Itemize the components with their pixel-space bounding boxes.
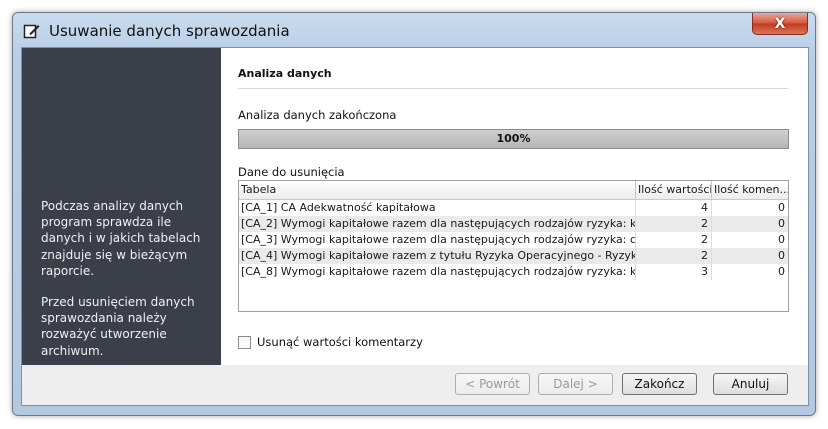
- progress-label: 100%: [496, 132, 531, 145]
- cell-comment-count: 0: [778, 249, 785, 262]
- cell-value-count: 4: [636, 200, 712, 216]
- cell-comment-count: 0: [778, 265, 785, 278]
- sidebar-paragraph-analysis: Podczas analizy danych program sprawdza …: [41, 199, 201, 278]
- cell-comment-count: 0: [778, 233, 785, 246]
- info-sidebar: Podczas analizy danych program sprawdza …: [22, 48, 221, 366]
- button-bar: < Powrót Dalej > Zakończ Anuluj: [21, 365, 809, 406]
- cell-table-name: [CA_8] Wymogi kapitałowe razem dla nastę…: [241, 264, 636, 280]
- delete-comments-label[interactable]: Usunąć wartości komentarzy: [257, 335, 423, 349]
- dialog-body: Podczas analizy danych program sprawdza …: [21, 47, 809, 367]
- column-header-table[interactable]: Tabela: [239, 181, 636, 199]
- cell-table-name: [CA_2] Wymogi kapitałowe razem dla nastę…: [241, 216, 636, 232]
- cancel-button[interactable]: Anuluj: [713, 373, 788, 395]
- analysis-progress-bar: 100%: [238, 129, 789, 149]
- dialog-window: Usuwanie danych sprawozdania X Podczas a…: [12, 12, 816, 416]
- close-icon: X: [774, 15, 786, 32]
- edit-document-icon: [23, 22, 41, 40]
- table-row[interactable]: [CA_8] Wymogi kapitałowe razem dla nastę…: [239, 264, 788, 280]
- finish-button[interactable]: Zakończ: [622, 373, 697, 395]
- sidebar-paragraph-archive: Przed usunięciem danych sprawozdania nal…: [41, 295, 195, 358]
- heading-divider: [238, 88, 788, 89]
- main-content: Analiza danych Analiza danych zakończona…: [221, 48, 808, 366]
- section-heading: Analiza danych: [238, 67, 332, 80]
- column-header-value-count[interactable]: Ilość wartości: [636, 181, 712, 199]
- window-title: Usuwanie danych sprawozdania: [49, 22, 290, 40]
- table-header: Tabela Ilość wartości Ilość komen...: [239, 181, 788, 200]
- cell-value-count: 2: [636, 248, 712, 264]
- cell-value-count: 2: [636, 216, 712, 232]
- title-bar[interactable]: Usuwanie danych sprawozdania X: [13, 13, 815, 49]
- cell-table-name: [CA_1] CA Adekwatność kapitałowa: [239, 200, 636, 216]
- column-header-comment-count[interactable]: Ilość komen...: [712, 181, 788, 199]
- cell-value-count: 3: [636, 264, 712, 280]
- cell-table-name: [CA_3] Wymogi kapitałowe razem dla nastę…: [241, 232, 636, 248]
- delete-comments-option[interactable]: Usunąć wartości komentarzy: [238, 334, 423, 350]
- analysis-status: Analiza danych zakończona: [238, 108, 397, 122]
- cell-comment-count: 0: [778, 217, 785, 230]
- table-row[interactable]: [CA_3] Wymogi kapitałowe razem dla nastę…: [239, 232, 788, 248]
- cell-table-name: [CA_4] Wymogi kapitałowe razem z tytułu …: [241, 248, 636, 264]
- sidebar-description: Podczas analizy danych program sprawdza …: [41, 198, 211, 374]
- table-row[interactable]: [CA_4] Wymogi kapitałowe razem z tytułu …: [239, 248, 788, 264]
- close-button[interactable]: X: [752, 13, 808, 35]
- back-button[interactable]: < Powrót: [455, 373, 530, 395]
- cell-value-count: 2: [636, 232, 712, 248]
- table-row[interactable]: [CA_1] CA Adekwatność kapitałowa 4 0: [239, 200, 788, 216]
- delete-comments-checkbox[interactable]: [238, 335, 251, 349]
- next-button[interactable]: Dalej >: [538, 373, 613, 395]
- data-table[interactable]: Tabela Ilość wartości Ilość komen... [CA…: [238, 180, 789, 312]
- table-row[interactable]: [CA_2] Wymogi kapitałowe razem dla nastę…: [239, 216, 788, 232]
- cell-comment-count: 0: [778, 201, 785, 214]
- table-caption: Dane do usunięcia: [238, 165, 345, 179]
